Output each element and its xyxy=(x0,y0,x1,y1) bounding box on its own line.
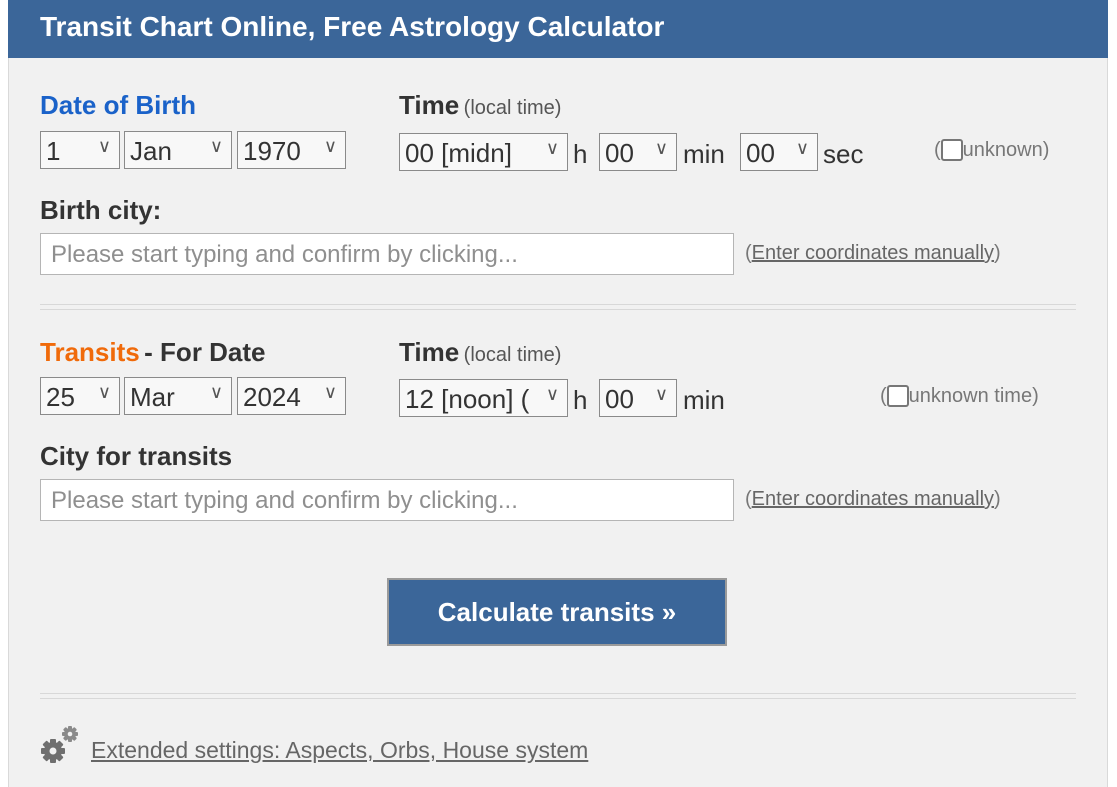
chevron-down-icon: ∨ xyxy=(654,138,668,158)
birth-unknown-toggle: (unknown) xyxy=(934,139,1050,161)
second-unit: sec xyxy=(823,139,864,169)
transit-time-label: Time xyxy=(399,337,460,367)
transits-label: Transits xyxy=(40,337,140,367)
transit-hour-select[interactable]: 12 [noon] ( ∨ xyxy=(399,379,568,417)
transit-coords-wrap: (Enter coordinates manually) xyxy=(745,488,1001,510)
transit-minute-select[interactable]: 00 ∨ xyxy=(599,379,677,417)
calculate-transits-button[interactable]: Calculate transits » xyxy=(387,578,727,646)
date-of-birth-label: Date of Birth xyxy=(40,90,196,120)
transit-unknown-label[interactable]: unknown time xyxy=(909,385,1032,407)
birth-second-value: 00 xyxy=(746,138,775,168)
transit-year-value: 2024 xyxy=(243,382,301,412)
chevron-down-icon: ∨ xyxy=(209,136,223,156)
transit-time-hint: (local time) xyxy=(463,344,562,366)
birth-hour-select[interactable]: 00 [midn] ∨ xyxy=(399,133,568,171)
birth-month-value: Jan xyxy=(130,136,172,166)
chevron-down-icon: ∨ xyxy=(545,138,559,158)
transit-minute-value: 00 xyxy=(605,384,634,414)
gears-icon xyxy=(41,726,78,763)
footer-divider xyxy=(40,693,1076,699)
transit-unknown-checkbox[interactable] xyxy=(886,385,909,407)
transit-unknown-toggle: (unknown time) xyxy=(880,385,1039,407)
birth-minute-value: 00 xyxy=(605,138,634,168)
minute-unit: min xyxy=(683,139,725,169)
birth-day-value: 1 xyxy=(46,136,61,166)
transit-minute-unit: min xyxy=(683,385,725,415)
hour-unit: h xyxy=(573,139,588,169)
birth-unknown-checkbox[interactable] xyxy=(940,139,963,161)
transit-month-value: Mar xyxy=(130,382,175,412)
birth-month-select[interactable]: Jan ∨ xyxy=(124,131,232,169)
transit-city-label: City for transits xyxy=(40,441,233,471)
extended-settings-link[interactable]: Extended settings: Aspects, Orbs, House … xyxy=(91,737,588,764)
section-divider xyxy=(40,304,1076,310)
birth-minute-select[interactable]: 00 ∨ xyxy=(599,133,677,171)
birth-city-label: Birth city: xyxy=(40,195,162,225)
transits-heading: Transits - For Date xyxy=(40,337,266,368)
chevron-down-icon: ∨ xyxy=(323,136,337,156)
birth-year-select[interactable]: 1970 ∨ xyxy=(237,131,346,169)
transit-city-input[interactable]: Please start typing and confirm by click… xyxy=(40,479,734,521)
transit-hour-value: 12 [noon] ( xyxy=(405,384,530,414)
birth-day-select[interactable]: 1 ∨ xyxy=(40,131,120,169)
chevron-down-icon: ∨ xyxy=(795,138,809,158)
chevron-down-icon: ∨ xyxy=(542,384,559,405)
chevron-down-icon: ∨ xyxy=(654,384,668,404)
birth-time-heading: Time (local time) xyxy=(399,90,561,121)
transit-day-value: 25 xyxy=(46,382,75,412)
birth-city-input[interactable]: Please start typing and confirm by click… xyxy=(40,233,734,275)
transit-day-select[interactable]: 25 ∨ xyxy=(40,377,120,415)
chevron-down-icon: ∨ xyxy=(97,136,111,156)
birth-second-select[interactable]: 00 ∨ xyxy=(740,133,818,171)
transit-month-select[interactable]: Mar ∨ xyxy=(124,377,232,415)
birth-time-hint: (local time) xyxy=(463,97,562,119)
birth-coords-wrap: (Enter coordinates manually) xyxy=(745,242,1001,264)
transits-for-date-label: - For Date xyxy=(144,337,266,367)
transit-year-select[interactable]: 2024 ∨ xyxy=(237,377,346,415)
chevron-down-icon: ∨ xyxy=(97,382,111,402)
birth-time-label: Time xyxy=(399,90,460,120)
transit-enter-coordinates-link[interactable]: Enter coordinates manually xyxy=(752,488,994,510)
birth-year-value: 1970 xyxy=(243,136,301,166)
birth-enter-coordinates-link[interactable]: Enter coordinates manually xyxy=(752,242,994,264)
chevron-down-icon: ∨ xyxy=(209,382,223,402)
page-title: Transit Chart Online, Free Astrology Cal… xyxy=(8,0,1108,58)
transit-time-heading: Time (local time) xyxy=(399,337,561,368)
birth-unknown-label[interactable]: unknown xyxy=(963,139,1043,161)
birth-hour-value: 00 [midn] xyxy=(405,138,512,168)
transit-hour-unit: h xyxy=(573,385,588,415)
chevron-down-icon: ∨ xyxy=(323,382,337,402)
